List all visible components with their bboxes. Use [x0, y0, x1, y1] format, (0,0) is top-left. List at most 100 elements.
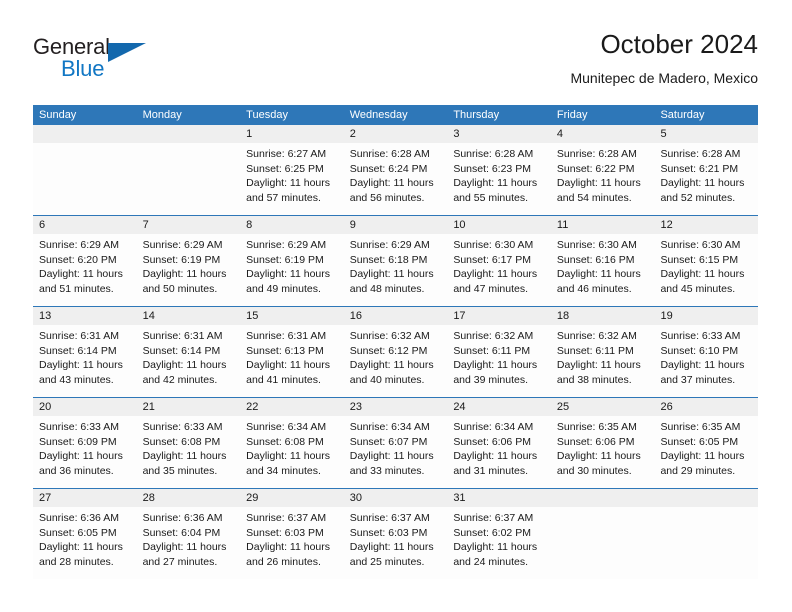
sunrise-text: Sunrise: 6:36 AM — [39, 512, 119, 524]
general-blue-logo[interactable]: General Blue — [33, 34, 213, 90]
day-number[interactable]: 20 — [33, 398, 137, 416]
day-cell[interactable]: Sunrise: 6:29 AM Sunset: 6:18 PM Daylight:… — [344, 234, 448, 306]
sunrise-text: Sunrise: 6:32 AM — [453, 330, 534, 342]
weekday-wednesday: Wednesday — [349, 109, 408, 121]
day-cell[interactable]: Sunrise: 6:30 AM Sunset: 6:15 PM Daylight:… — [654, 234, 758, 306]
day-number[interactable]: 9 — [344, 216, 448, 234]
day-detail-band: Sunrise: 6:36 AM Sunset: 6:05 PM Daylight:… — [33, 507, 758, 579]
week-row: 13 14 15 16 17 18 19 Sunrise: 6:31 AM Sunset: 6:… — [33, 306, 758, 397]
daylight-text-line2: and 28 minutes. — [39, 555, 114, 568]
day-number[interactable]: 31 — [447, 489, 551, 507]
day-cell[interactable]: Sunrise: 6:32 AM Sunset: 6:12 PM Daylight:… — [344, 325, 448, 397]
day-cell[interactable]: Sunrise: 6:31 AM Sunset: 6:14 PM Daylight:… — [137, 325, 241, 397]
day-number[interactable]: 5 — [654, 125, 758, 143]
day-number[interactable]: 15 — [240, 307, 344, 325]
day-number[interactable]: 6 — [33, 216, 137, 234]
sunrise-text: Sunrise: 6:30 AM — [556, 239, 637, 251]
day-cell[interactable]: Sunrise: 6:33 AM Sunset: 6:09 PM Daylight:… — [33, 416, 137, 488]
day-number[interactable]: 10 — [447, 216, 551, 234]
logo-text-blue: Blue — [61, 56, 105, 81]
daylight-text-line1: Daylight: 11 hours — [556, 450, 641, 462]
day-number[interactable]: 19 — [654, 307, 758, 325]
day-cell[interactable]: Sunrise: 6:29 AM Sunset: 6:19 PM Daylight:… — [137, 234, 241, 306]
day-cell[interactable]: Sunrise: 6:30 AM Sunset: 6:16 PM Daylight:… — [551, 234, 655, 306]
date-number-band: 20 21 22 23 24 25 26 — [33, 398, 758, 416]
sunset-text: Sunset: 6:04 PM — [142, 526, 221, 539]
day-cell[interactable]: Sunrise: 6:27 AM Sunset: 6:25 PM Daylight:… — [240, 143, 344, 215]
day-number[interactable]: 22 — [240, 398, 344, 416]
day-cell[interactable]: Sunrise: 6:28 AM Sunset: 6:22 PM Daylight:… — [551, 143, 655, 215]
page-subtitle: Munitepec de Madero, Mexico — [570, 70, 758, 86]
day-cell[interactable]: Sunrise: 6:33 AM Sunset: 6:08 PM Daylight:… — [137, 416, 241, 488]
sunset-text: Sunset: 6:17 PM — [453, 253, 531, 266]
day-cell[interactable]: Sunrise: 6:34 AM Sunset: 6:07 PM Daylight:… — [344, 416, 448, 488]
day-cell — [551, 507, 655, 579]
date-number-band: 13 14 15 16 17 18 19 — [33, 307, 758, 325]
day-cell[interactable]: Sunrise: 6:29 AM Sunset: 6:19 PM Daylight:… — [240, 234, 344, 306]
sunrise-text: Sunrise: 6:29 AM — [142, 239, 223, 251]
day-number[interactable]: 2 — [344, 125, 448, 143]
daylight-text-line2: and 51 minutes. — [39, 282, 114, 295]
day-cell[interactable]: Sunrise: 6:30 AM Sunset: 6:17 PM Daylight:… — [447, 234, 551, 306]
daylight-text-line1: Daylight: 11 hours — [453, 177, 538, 189]
day-cell[interactable]: Sunrise: 6:29 AM Sunset: 6:20 PM Daylight:… — [33, 234, 137, 306]
weekday-monday: Monday — [142, 109, 182, 121]
day-cell[interactable]: Sunrise: 6:37 AM Sunset: 6:03 PM Daylight:… — [240, 507, 344, 579]
daylight-text-line1: Daylight: 11 hours — [39, 268, 123, 280]
day-cell[interactable]: Sunrise: 6:31 AM Sunset: 6:13 PM Daylight:… — [240, 325, 344, 397]
day-number[interactable]: 16 — [344, 307, 448, 325]
day-number[interactable]: 23 — [344, 398, 448, 416]
day-number[interactable]: 1 — [240, 125, 344, 143]
day-number[interactable]: 21 — [137, 398, 241, 416]
day-cell[interactable]: Sunrise: 6:37 AM Sunset: 6:02 PM Daylight:… — [447, 507, 551, 579]
day-number[interactable]: 18 — [551, 307, 655, 325]
day-cell[interactable]: Sunrise: 6:31 AM Sunset: 6:14 PM Daylight:… — [33, 325, 137, 397]
day-cell[interactable]: Sunrise: 6:35 AM Sunset: 6:06 PM Daylight:… — [551, 416, 655, 488]
day-cell[interactable]: Sunrise: 6:32 AM Sunset: 6:11 PM Daylight:… — [551, 325, 655, 397]
day-cell[interactable]: Sunrise: 6:37 AM Sunset: 6:03 PM Daylight:… — [344, 507, 448, 579]
day-number[interactable]: 8 — [240, 216, 344, 234]
day-cell[interactable]: Sunrise: 6:36 AM Sunset: 6:04 PM Daylight:… — [137, 507, 241, 579]
day-number — [137, 125, 241, 143]
sunset-text: Sunset: 6:05 PM — [39, 526, 117, 539]
day-number[interactable]: 14 — [137, 307, 241, 325]
day-number[interactable]: 24 — [447, 398, 551, 416]
day-number[interactable]: 28 — [137, 489, 241, 507]
day-cell[interactable]: Sunrise: 6:28 AM Sunset: 6:21 PM Daylight:… — [654, 143, 758, 215]
sunset-text: Sunset: 6:20 PM — [39, 253, 117, 266]
day-cell[interactable]: Sunrise: 6:34 AM Sunset: 6:06 PM Daylight:… — [447, 416, 551, 488]
day-number[interactable]: 29 — [240, 489, 344, 507]
day-number[interactable]: 30 — [344, 489, 448, 507]
daylight-text-line2: and 29 minutes. — [660, 464, 736, 477]
weekday-sunday: Sunday — [39, 109, 77, 121]
daylight-text-line1: Daylight: 11 hours — [39, 541, 123, 553]
day-cell[interactable]: Sunrise: 6:28 AM Sunset: 6:23 PM Daylight:… — [447, 143, 551, 215]
daylight-text-line2: and 52 minutes. — [660, 191, 736, 204]
day-number[interactable]: 17 — [447, 307, 551, 325]
day-cell[interactable]: Sunrise: 6:36 AM Sunset: 6:05 PM Daylight:… — [33, 507, 137, 579]
day-cell[interactable]: Sunrise: 6:35 AM Sunset: 6:05 PM Daylight:… — [654, 416, 758, 488]
calendar-page: General Blue October 2024 Munitepec de M… — [0, 0, 792, 612]
day-number[interactable]: 26 — [654, 398, 758, 416]
day-detail-band: Sunrise: 6:27 AM Sunset: 6:25 PM Daylight:… — [33, 143, 758, 215]
daylight-text-line2: and 31 minutes. — [453, 464, 529, 477]
day-cell[interactable]: Sunrise: 6:32 AM Sunset: 6:11 PM Daylight:… — [447, 325, 551, 397]
day-number[interactable]: 25 — [551, 398, 655, 416]
day-number[interactable]: 7 — [137, 216, 241, 234]
daylight-text-line2: and 50 minutes. — [142, 282, 218, 295]
day-number[interactable]: 27 — [33, 489, 137, 507]
day-number — [33, 125, 137, 143]
day-number[interactable]: 13 — [33, 307, 137, 325]
sunset-text: Sunset: 6:14 PM — [39, 344, 117, 357]
day-number[interactable]: 11 — [551, 216, 655, 234]
title-block: October 2024 Munitepec de Madero, Mexico — [570, 28, 758, 88]
daylight-text-line1: Daylight: 11 hours — [660, 268, 745, 280]
day-number[interactable]: 12 — [654, 216, 758, 234]
sunset-text: Sunset: 6:07 PM — [349, 435, 428, 448]
day-cell[interactable]: Sunrise: 6:34 AM Sunset: 6:08 PM Daylight:… — [240, 416, 344, 488]
day-cell[interactable]: Sunrise: 6:28 AM Sunset: 6:24 PM Daylight:… — [344, 143, 448, 215]
day-cell[interactable]: Sunrise: 6:33 AM Sunset: 6:10 PM Daylight:… — [654, 325, 758, 397]
day-number[interactable]: 4 — [551, 125, 655, 143]
day-number[interactable]: 3 — [447, 125, 551, 143]
sunrise-text: Sunrise: 6:32 AM — [556, 330, 637, 342]
